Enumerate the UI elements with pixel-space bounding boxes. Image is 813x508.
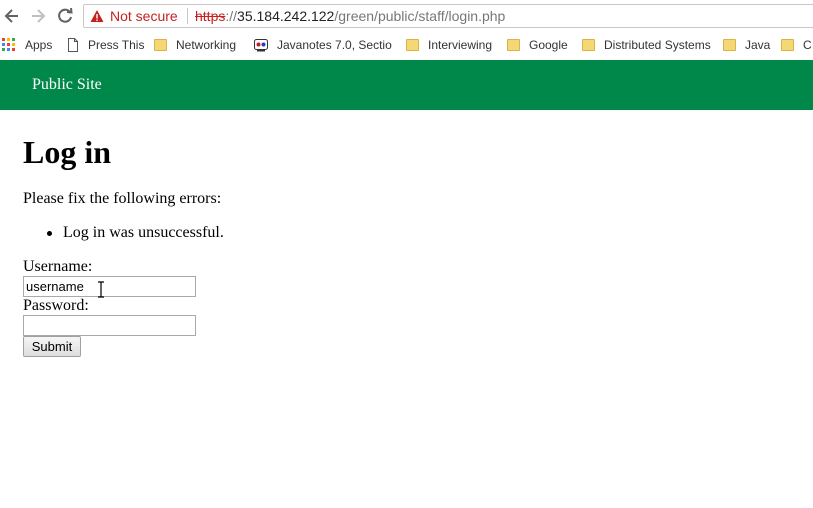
address-bar[interactable]: Not secure https://35.184.242.122/green/… [83, 4, 813, 28]
bookmark-label: Google [529, 38, 568, 52]
folder-icon [507, 39, 520, 51]
bookmark-label: Press This [88, 38, 145, 52]
username-input[interactable] [23, 276, 196, 297]
back-button[interactable] [2, 6, 22, 26]
text-cursor-icon [98, 281, 104, 298]
site-title: Public Site [32, 76, 102, 93]
folder-icon [582, 39, 595, 51]
bookmark-label: Java [745, 38, 771, 52]
page-title: Log in [23, 134, 112, 170]
forward-button[interactable] [28, 6, 48, 26]
warning-triangle-icon [90, 10, 104, 22]
bookmark-label: Interviewing [428, 38, 493, 52]
submit-button[interactable]: Submit [23, 336, 81, 357]
bookmark-label: Distributed Systems [604, 38, 711, 52]
username-label: Username: [23, 258, 93, 275]
bookmarks-bar: Apps Press This Networking Javanotes 7.0… [0, 33, 813, 57]
forward-arrow-icon [32, 9, 46, 23]
apps-grid-icon [2, 38, 15, 51]
page-icon [68, 38, 78, 52]
not-secure-label[interactable]: Not secure [110, 5, 178, 27]
bookmark-label: Javanotes 7.0, Sectio [277, 38, 392, 52]
url-path: /green/public/staff/login.php [334, 8, 506, 24]
password-input[interactable] [23, 315, 196, 336]
browser-toolbar: Not secure https://35.184.242.122/green/… [0, 0, 813, 32]
url-text[interactable]: https://35.184.242.122/green/public/staf… [195, 5, 505, 27]
address-bar-divider [187, 8, 188, 24]
back-arrow-icon [4, 9, 18, 23]
url-scheme: https [195, 8, 226, 24]
errors-intro: Please fix the following errors: [23, 190, 222, 207]
bookmark-c[interactable]: C [781, 33, 813, 57]
password-label: Password: [23, 297, 89, 314]
folder-icon [781, 39, 794, 51]
bookmark-label: Apps [25, 38, 53, 52]
javanotes-favicon-icon [254, 39, 268, 52]
url-host: 35.184.242.122 [237, 8, 335, 24]
reload-button[interactable] [55, 6, 75, 26]
folder-icon [406, 39, 419, 51]
url-scheme-separator: :// [225, 8, 238, 24]
bookmark-label: Networking [176, 38, 237, 52]
site-header: Public Site [0, 60, 813, 110]
folder-icon [723, 39, 736, 51]
reload-icon [58, 7, 73, 23]
bookmark-label: C [803, 38, 812, 52]
folder-icon [154, 39, 167, 51]
browser-chrome: Not secure https://35.184.242.122/green/… [0, 0, 813, 61]
error-item: Log in was unsuccessful. [23, 224, 224, 242]
errors-list: Log in was unsuccessful. [23, 224, 224, 242]
